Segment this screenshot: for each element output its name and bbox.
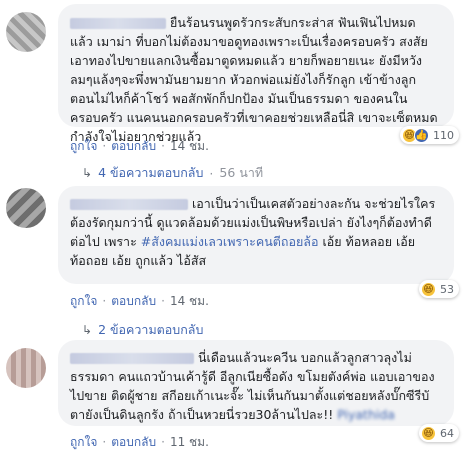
replies-count-label: 2 ข้อความตอบกลับ: [98, 322, 204, 337]
comment-bubble: ยืนร้อนรนพูดรัวกระสับกระส่าส ฟันเฟินไปหม…: [58, 4, 454, 144]
separator-dot: ·: [161, 294, 165, 308]
view-replies-link[interactable]: ↳ 2 ข้อความตอบกลับ: [82, 321, 203, 339]
reply-link[interactable]: ตอบกลับ: [111, 292, 156, 311]
reaction-summary[interactable]: 😆 👍 110: [400, 126, 459, 144]
separator-dot: ·: [102, 139, 107, 153]
haha-icon: 😆: [421, 281, 436, 297]
like-link[interactable]: ถูกใจ: [70, 433, 97, 452]
replies-count-label: 4 ข้อความตอบกลับ: [98, 165, 204, 180]
separator-dot: ·: [161, 435, 165, 449]
comment-actions: ถูกใจ · ตอบกลับ · 14 ชม.: [70, 293, 209, 309]
separator-dot: ·: [102, 294, 107, 308]
reaction-count: 64: [440, 426, 454, 440]
separator-dot: ·: [102, 435, 107, 449]
avatar[interactable]: [6, 188, 46, 228]
reply-link[interactable]: ตอบกลับ: [111, 433, 156, 452]
like-link[interactable]: ถูกใจ: [70, 292, 97, 311]
avatar[interactable]: [6, 12, 46, 52]
avatar[interactable]: [6, 348, 46, 388]
comment-time[interactable]: 11 ชม.: [170, 433, 209, 452]
comment-bubble: เอาเป็นว่าเป็นเคสตัวอย่างละกัน จะช่วยไรใ…: [58, 186, 454, 284]
comment-time[interactable]: 14 ชม.: [170, 137, 209, 156]
reaction-count: 110: [433, 128, 454, 142]
comment-text: ยืนร้อนรนพูดรัวกระสับกระส่าส ฟันเฟินไปหม…: [70, 15, 438, 144]
comment-bubble: นี่เดือนแล้วนะควีน บอกแล้วลูกสาวลุงไม่ธร…: [58, 340, 454, 426]
comment-actions: ถูกใจ · ตอบกลับ · 14 ชม.: [70, 138, 209, 154]
reaction-summary[interactable]: 😆 53: [419, 280, 459, 298]
comment-time[interactable]: 14 ชม.: [170, 292, 209, 311]
separator-dot: ·: [209, 165, 214, 181]
comment-actions: ถูกใจ · ตอบกลับ · 11 ชม.: [70, 434, 209, 450]
reply-arrow-icon: ↳: [82, 166, 93, 180]
like-icon: 👍: [414, 127, 429, 143]
reply-link[interactable]: ตอบกลับ: [111, 137, 156, 156]
reaction-count: 53: [440, 282, 454, 296]
like-link[interactable]: ถูกใจ: [70, 137, 97, 156]
separator-dot: ·: [161, 139, 165, 153]
replies-time: 56 นาที: [219, 165, 264, 180]
blurred-author-name[interactable]: [70, 18, 166, 29]
hashtag-link[interactable]: #สังคมแม่งเลวเพราะคนตีถอยล้อ: [141, 234, 319, 249]
view-replies-link[interactable]: ↳ 4 ข้อความตอบกลับ · 56 นาที: [82, 164, 263, 182]
reply-arrow-icon: ↳: [82, 323, 93, 337]
blurred-author-name[interactable]: [70, 353, 194, 364]
reaction-summary[interactable]: 😆 64: [419, 424, 459, 442]
blurred-author-name[interactable]: [70, 199, 188, 210]
haha-icon: 😆: [421, 425, 436, 441]
